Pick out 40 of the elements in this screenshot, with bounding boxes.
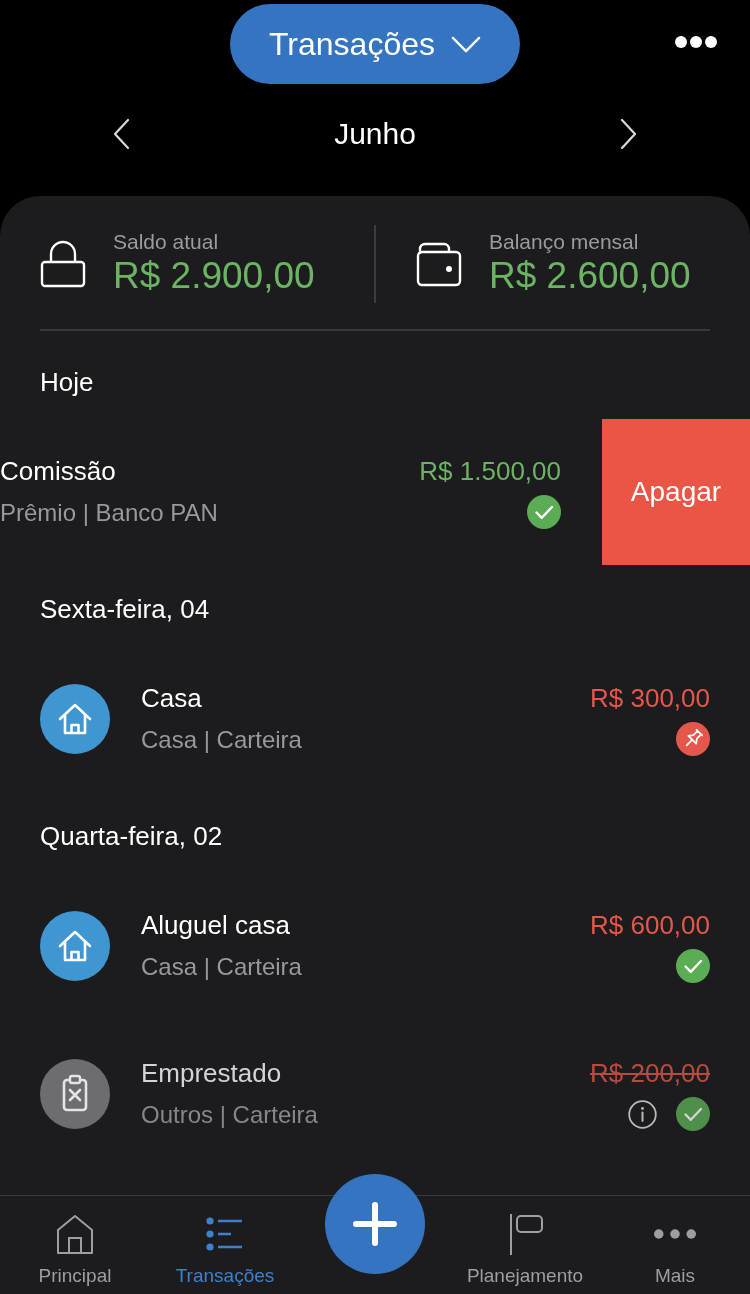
home-icon bbox=[55, 1213, 95, 1255]
nav-tab[interactable]: Transações bbox=[175, 1196, 275, 1287]
summary-value: R$ 2.900,00 bbox=[113, 254, 315, 298]
nav-tab[interactable]: Planejamento bbox=[466, 1196, 584, 1287]
transaction-amount: R$ 600,00 bbox=[590, 909, 710, 941]
info-icon[interactable] bbox=[628, 1099, 657, 1129]
lock-icon bbox=[40, 240, 86, 288]
check-icon[interactable] bbox=[676, 1097, 710, 1131]
transaction-category: Outros | Carteira bbox=[141, 1100, 318, 1130]
nav-tab[interactable]: Mais bbox=[654, 1196, 696, 1287]
more-icon bbox=[654, 1229, 696, 1239]
chevron-down-icon bbox=[451, 35, 481, 53]
wallet-icon bbox=[416, 240, 462, 288]
summary-label: Saldo atual bbox=[113, 230, 219, 254]
transaction-amount: R$ 1.500,00 bbox=[419, 455, 561, 487]
date-heading: Sexta-feira, 04 bbox=[40, 594, 210, 624]
date-heading: Quarta-feira, 02 bbox=[40, 821, 223, 851]
plus-icon bbox=[353, 1202, 397, 1246]
chevron-left-icon[interactable] bbox=[112, 118, 130, 150]
chevron-right-icon[interactable] bbox=[620, 118, 638, 150]
nav-tab[interactable]: Principal bbox=[38, 1196, 112, 1287]
transaction-title: Casa bbox=[141, 682, 202, 714]
transaction-title: Comissão bbox=[0, 455, 116, 487]
title-dropdown-button[interactable]: Transações bbox=[230, 4, 520, 84]
more-icon[interactable] bbox=[674, 35, 718, 49]
date-heading: Hoje bbox=[40, 367, 94, 397]
transaction-amount: R$ 300,00 bbox=[590, 682, 710, 714]
delete-button[interactable]: Apagar bbox=[602, 419, 750, 565]
transaction-amount: R$ 200,00 bbox=[590, 1057, 710, 1089]
pin-icon[interactable] bbox=[676, 722, 710, 756]
transaction-category: Casa | Carteira bbox=[141, 952, 302, 982]
month-label: Junho bbox=[334, 116, 416, 152]
transaction-title: Aluguel casa bbox=[141, 909, 290, 941]
summary-label: Balanço mensal bbox=[489, 230, 639, 254]
check-icon[interactable] bbox=[676, 949, 710, 983]
transaction-category: Prêmio | Banco PAN bbox=[0, 498, 218, 528]
check-icon[interactable] bbox=[527, 495, 561, 529]
transaction-category: Casa | Carteira bbox=[141, 725, 302, 755]
transaction-title: Emprestado bbox=[141, 1057, 282, 1089]
summary-value: R$ 2.600,00 bbox=[489, 254, 691, 298]
